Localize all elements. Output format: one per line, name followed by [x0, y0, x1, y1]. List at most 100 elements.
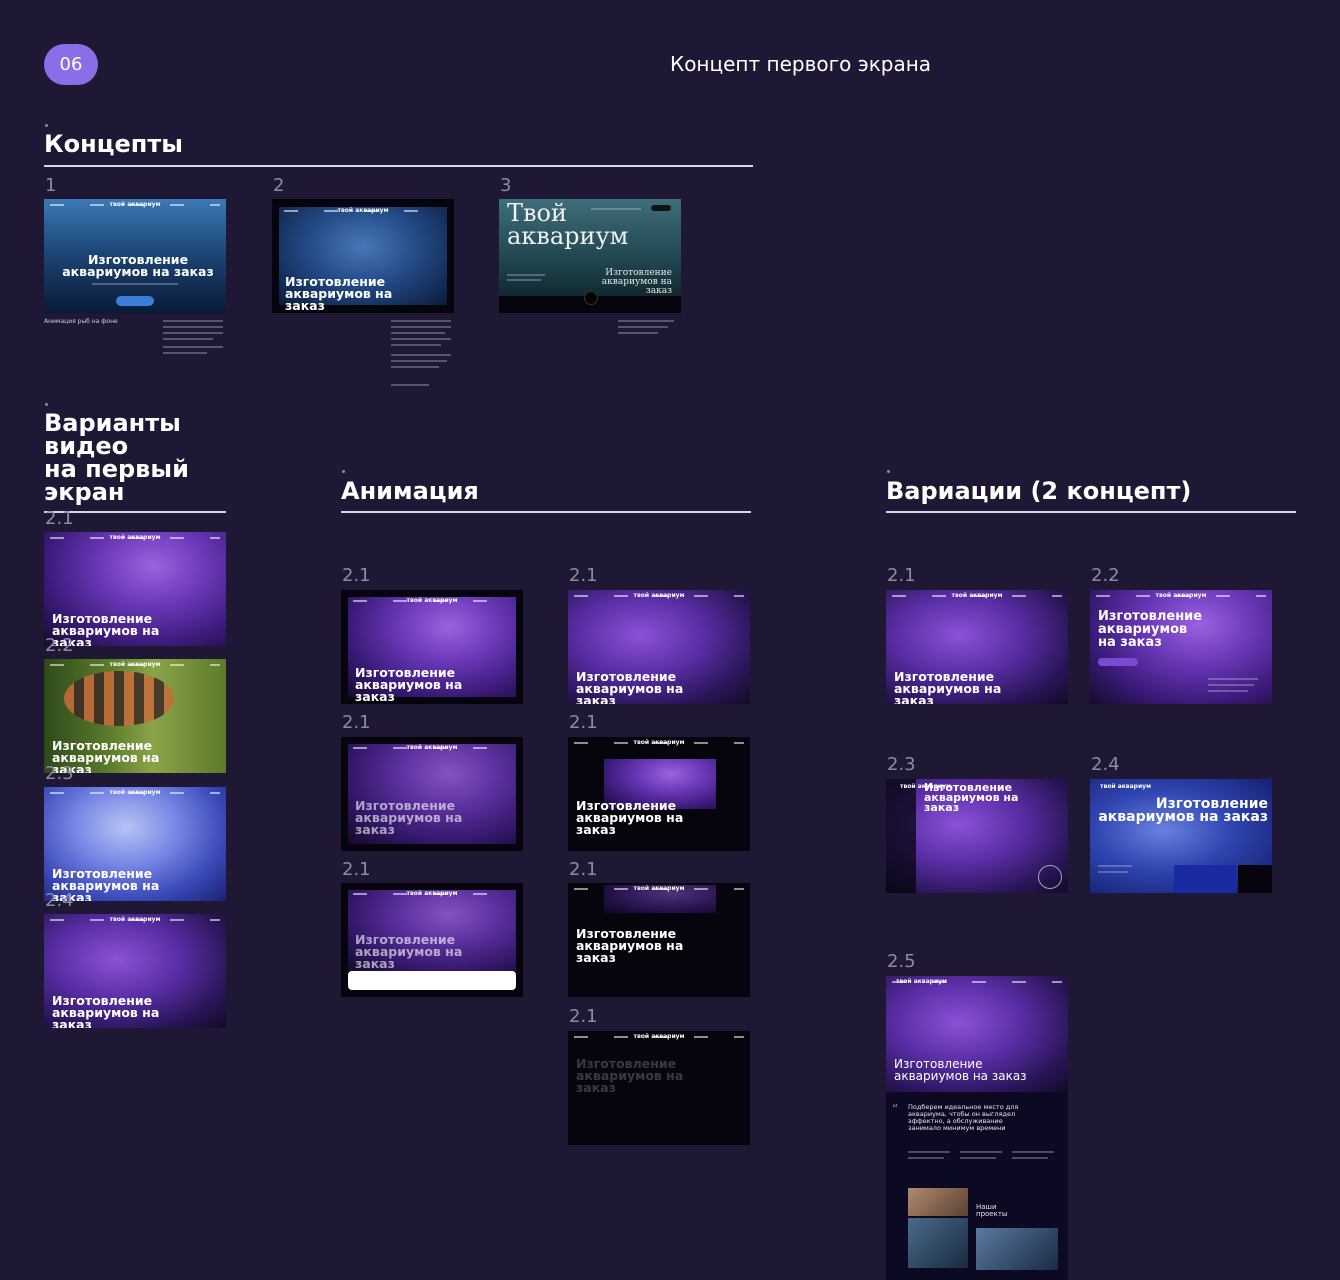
animation-number: 2.1: [342, 712, 371, 733]
animation-number: 2.1: [569, 1006, 598, 1027]
thumb-logo: твой аквариум: [109, 661, 161, 668]
thumb-subtext: [1208, 690, 1248, 692]
video-thumb-1[interactable]: твой аквариум Изготовление аквариумов на…: [44, 532, 226, 646]
animation-thumb-7[interactable]: твой аквариум Изготовление аквариумов на…: [568, 1031, 750, 1145]
video-thumb-3[interactable]: твой аквариум Изготовление аквариумов на…: [44, 787, 226, 901]
play-icon: [584, 291, 598, 305]
note-line: [618, 320, 674, 322]
concept-thumb-3[interactable]: Твой аквариум Изготовление аквариумов на…: [499, 199, 681, 313]
thumb-logo: твой аквариум: [633, 1033, 685, 1040]
variations-title: Вариации (2 концепт): [886, 477, 1192, 505]
thumb-logo: твой аквариум: [951, 592, 1003, 599]
thumb-logo: твой аквариум: [337, 207, 389, 214]
note-line: [391, 338, 451, 340]
variation-thumb-2[interactable]: твой аквариум Изготовление аквариумов на…: [1090, 590, 1272, 704]
thumb-caption: Изготовление аквариумов на заказ: [576, 798, 684, 837]
thumb-nav: [591, 208, 641, 210]
variation-number: 2.5: [887, 951, 916, 972]
section-dot: [887, 470, 890, 473]
note-line: [391, 384, 429, 386]
thumb-caption: Изготовление аквариумов на заказ: [62, 252, 214, 279]
note-line: [618, 326, 668, 328]
animation-title: Анимация: [341, 477, 479, 505]
thumb-caption: Изготовление аквариумов на заказ: [355, 932, 463, 971]
section-dot: [45, 124, 48, 127]
variation-thumb-1[interactable]: твой аквариум Изготовление аквариумов на…: [886, 590, 1068, 704]
animation-thumb-1[interactable]: твой аквариум Изготовление аквариумов на…: [341, 590, 523, 704]
note-line: [163, 332, 223, 334]
variation-thumb-5[interactable]: твой аквариум Изготовление аквариумов на…: [886, 976, 1068, 1280]
thumb-caption: Изготовление аквариумов на заказ: [285, 274, 393, 313]
animation-number: 2.1: [569, 859, 598, 880]
thumb-logo: твой аквариум: [1100, 783, 1151, 790]
video-thumb-4[interactable]: твой аквариум Изготовление аквариумов на…: [44, 914, 226, 1028]
animation-thumb-2[interactable]: твой аквариум Изготовление аквариумов на…: [341, 737, 523, 851]
thumb-subtext: [1208, 678, 1258, 680]
concept-thumb-2[interactable]: твой аквариум Изготовление аквариумов на…: [272, 199, 454, 313]
animation-thumb-3[interactable]: твой аквариум Изготовление аквариумов на…: [341, 883, 523, 997]
variation-number: 2.1: [887, 565, 916, 586]
thumb-logo: твой аквариум: [109, 916, 161, 923]
thumb-caption: Изготовление аквариумов на заказ: [1098, 609, 1203, 650]
note-line: [391, 326, 451, 328]
thumb-caption: Изготовление аквариумов на заказ: [355, 798, 463, 837]
white-panel: [348, 971, 516, 990]
note-line: [163, 320, 223, 322]
thumb-caption: Изготовление аквариумов на заказ: [576, 1056, 684, 1095]
feature-text: [960, 1157, 996, 1159]
video-number: 2.3: [45, 763, 74, 784]
thumb-subtext: [507, 274, 545, 276]
video-number: 2.4: [45, 890, 74, 911]
page-number-badge: 06: [44, 44, 98, 85]
video-title: Варианты видео на первый экран: [44, 411, 224, 506]
animation-thumb-4[interactable]: твой аквариум Изготовление аквариумов на…: [568, 590, 750, 704]
variation-thumb-4[interactable]: твой аквариум Изготовление аквариумов на…: [1090, 779, 1272, 893]
thumb-caption: Изготовление аквариумов на заказ: [576, 926, 684, 965]
thumb-caption: Изготовление аквариумов на заказ: [52, 993, 160, 1028]
thumb-caption: Изготовление аквариумов на заказ: [894, 669, 1002, 704]
feature-text: [908, 1151, 950, 1153]
thumb-logo: твой аквариум: [406, 597, 458, 604]
thumb-subtext: [1098, 871, 1128, 873]
page-number: 06: [59, 54, 83, 75]
project-photo: [976, 1228, 1058, 1270]
note-line: [163, 338, 213, 340]
video-title-line: экран: [44, 478, 125, 506]
section-dot: [342, 470, 345, 473]
animation-thumb-6[interactable]: твой аквариум Изготовление аквариумов на…: [568, 883, 750, 997]
concept-number: 1: [45, 175, 57, 196]
thumb-subtext: [1208, 684, 1254, 686]
note-line: [391, 354, 451, 356]
video-thumb-2[interactable]: твой аквариум Изготовление аквариумов на…: [44, 659, 226, 773]
thumb-logo: твой аквариум: [1155, 592, 1207, 599]
thumb-logo: твой аквариум: [406, 744, 458, 751]
note-line: [391, 344, 441, 346]
variations-divider: [886, 511, 1296, 513]
thumb-logo: твой аквариум: [633, 592, 685, 599]
variation-number: 2.4: [1091, 754, 1120, 775]
note-line: [391, 320, 451, 322]
thumb-logo: твой аквариум: [633, 885, 685, 892]
thumb-subtext: [1098, 865, 1132, 867]
concept-thumb-1[interactable]: твой аквариум Изготовление аквариумов на…: [44, 199, 226, 313]
project-photo: [908, 1218, 968, 1268]
variation-thumb-3[interactable]: твой аквариум Изготовление аквариумов на…: [886, 779, 1068, 893]
animation-number: 2.1: [342, 565, 371, 586]
thumb-subtext: [92, 283, 178, 285]
thumb-logo: твой аквариум: [406, 890, 458, 897]
project-photo: [908, 1188, 968, 1216]
note-line: [391, 360, 447, 362]
animation-thumb-5[interactable]: твой аквариум Изготовление аквариумов на…: [568, 737, 750, 851]
concept-number: 2: [273, 175, 285, 196]
thumb-cta-button: [116, 296, 154, 306]
note-line: [618, 332, 658, 334]
concept-note: Анимация рыб на фоне: [44, 318, 118, 325]
round-button-icon: [1038, 865, 1062, 889]
video-number: 2.2: [45, 635, 74, 656]
thumb-logo: твой аквариум: [896, 978, 947, 985]
thumb-caption: Изготовление аквариумов на заказ: [601, 268, 672, 296]
note-line: [391, 366, 439, 368]
thumb-logo: твой аквариум: [633, 739, 685, 746]
animation-number: 2.1: [342, 859, 371, 880]
note-line: [391, 332, 445, 334]
